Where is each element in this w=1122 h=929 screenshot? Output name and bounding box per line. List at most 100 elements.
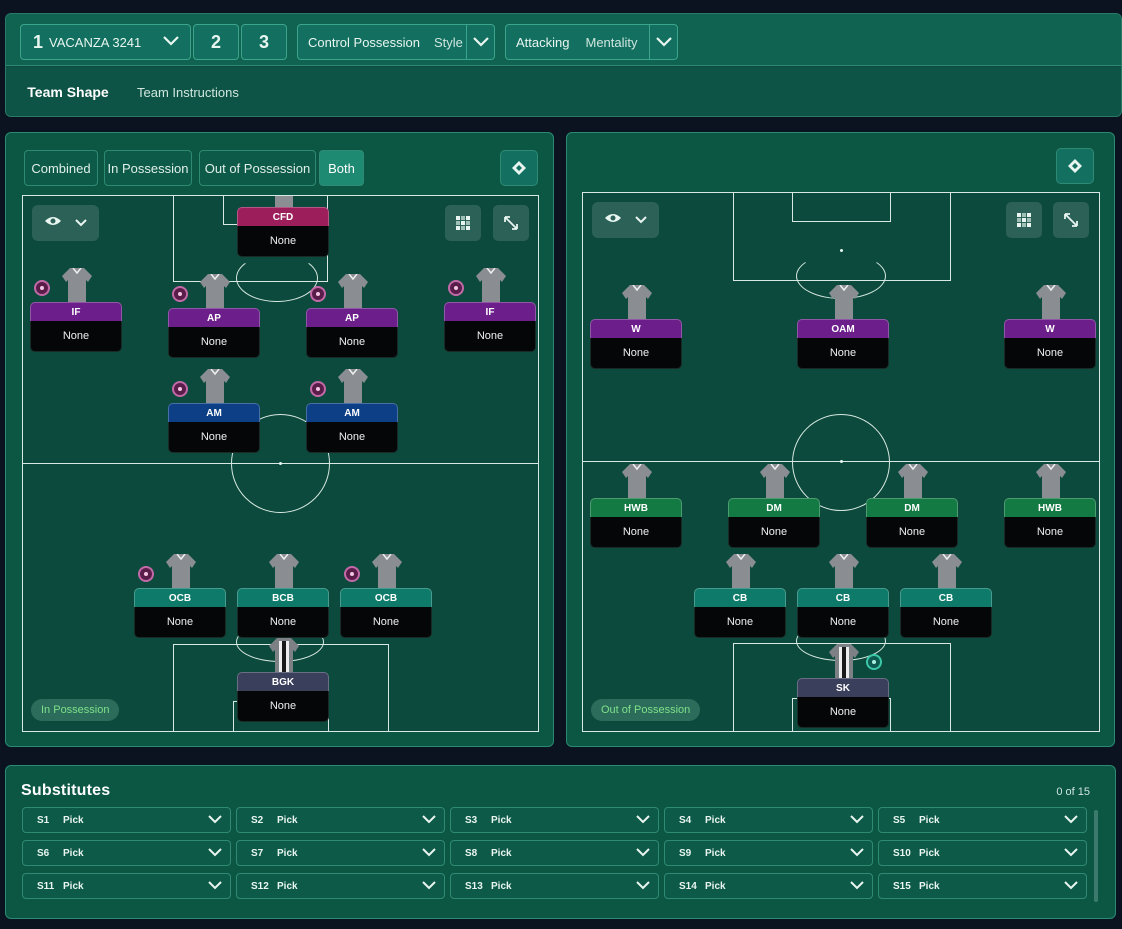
sub-slot-selector[interactable]: S7 Pick <box>236 840 445 866</box>
player-card[interactable]: DM None <box>728 464 820 548</box>
role-label: IF <box>30 302 122 321</box>
player-name: None <box>237 607 329 638</box>
sub-slot-selector[interactable]: S14 Pick <box>664 873 873 899</box>
role-label: CB <box>797 588 889 607</box>
shirt-icon <box>829 285 859 323</box>
sub-slot-selector[interactable]: S9 Pick <box>664 840 873 866</box>
center-spot <box>840 460 843 463</box>
chevron-down-icon <box>1064 847 1078 860</box>
sub-slot-id: S12 <box>251 880 269 892</box>
out-of-possession-panel: W None OAM None W None HWB None DM None <box>566 132 1115 747</box>
visibility-menu[interactable] <box>32 205 99 241</box>
visibility-menu[interactable] <box>592 202 659 238</box>
view-in-possession-button[interactable]: In Possession <box>104 150 192 186</box>
sub-slot-id: S8 <box>465 847 478 859</box>
sub-slot-value: Pick <box>277 847 298 859</box>
six-yard-box-top <box>792 193 891 222</box>
sub-slot-selector[interactable]: S15 Pick <box>878 873 1087 899</box>
role-label: DM <box>728 498 820 517</box>
player-card[interactable]: CFD None <box>237 196 329 257</box>
chevron-down-icon <box>850 814 864 827</box>
player-card[interactable]: CB None <box>694 554 786 638</box>
player-card[interactable]: BCB None <box>237 554 329 638</box>
mentality-value: Attacking <box>516 34 570 50</box>
view-combined-button[interactable]: Combined <box>24 150 98 186</box>
sub-slot-selector[interactable]: S3 Pick <box>450 807 659 833</box>
tactics-settings-icon[interactable] <box>1056 148 1094 184</box>
chevron-down-icon <box>208 814 222 827</box>
tab-team-instructions[interactable]: Team Instructions <box>137 67 239 116</box>
sub-slot-selector[interactable]: S1 Pick <box>22 807 231 833</box>
sub-slot-id: S4 <box>679 814 692 826</box>
sub-slot-id: S9 <box>679 847 692 859</box>
tactic-1-selector[interactable]: 1 VACANZA 3241 <box>20 24 191 60</box>
grid-toggle-icon[interactable] <box>445 205 481 241</box>
player-card[interactable]: HWB None <box>1004 464 1096 548</box>
sub-slot-id: S6 <box>37 847 50 859</box>
in-possession-pitch: CFD None IF None AP None AP None IF None <box>22 195 539 732</box>
sub-slot-id: S3 <box>465 814 478 826</box>
view-out-of-possession-button[interactable]: Out of Possession <box>199 150 316 186</box>
sub-slot-id: S10 <box>893 847 911 859</box>
sub-slot-selector[interactable]: S5 Pick <box>878 807 1087 833</box>
shirt-icon <box>932 554 962 592</box>
sub-slot-selector[interactable]: S13 Pick <box>450 873 659 899</box>
tab-team-shape[interactable]: Team Shape <box>13 67 123 116</box>
player-name: None <box>1004 517 1096 548</box>
view-both-button[interactable]: Both <box>319 150 364 186</box>
chevron-down-icon <box>636 847 650 860</box>
player-card[interactable]: HWB None <box>590 464 682 548</box>
role-label: CFD <box>237 207 329 226</box>
shirt-icon <box>338 369 368 407</box>
sub-slot-id: S1 <box>37 814 50 826</box>
player-card[interactable]: OAM None <box>797 285 889 369</box>
role-label: IF <box>444 302 536 321</box>
grid-toggle-icon[interactable] <box>1006 202 1042 238</box>
chevron-down-icon <box>636 880 650 893</box>
player-name: None <box>866 517 958 548</box>
shirt-icon <box>622 464 652 502</box>
player-name: None <box>797 607 889 638</box>
mentality-selector[interactable]: Attacking Mentality <box>505 24 678 60</box>
player-card[interactable]: DM None <box>866 464 958 548</box>
player-card[interactable]: W None <box>1004 285 1096 369</box>
player-card[interactable]: W None <box>590 285 682 369</box>
substitutes-scrollbar[interactable] <box>1094 810 1098 902</box>
expand-icon[interactable] <box>1053 202 1089 238</box>
player-name: None <box>797 697 889 728</box>
chevron-down-icon <box>162 34 180 53</box>
sub-slot-value: Pick <box>491 814 512 826</box>
shirt-icon <box>622 285 652 323</box>
sub-slot-id: S5 <box>893 814 906 826</box>
sub-slot-selector[interactable]: S4 Pick <box>664 807 873 833</box>
sub-slot-selector[interactable]: S10 Pick <box>878 840 1087 866</box>
player-instruction-icon <box>34 280 50 296</box>
tactic-1-name: VACANZA 3241 <box>49 34 142 50</box>
substitutes-title: Substitutes <box>21 782 111 799</box>
role-label: AM <box>306 403 398 422</box>
tactics-settings-icon[interactable] <box>500 150 538 186</box>
role-label: CB <box>900 588 992 607</box>
player-card[interactable]: CB None <box>797 554 889 638</box>
sub-slot-value: Pick <box>919 847 940 859</box>
player-name: None <box>30 321 122 352</box>
player-instruction-icon <box>344 566 360 582</box>
style-selector[interactable]: Control Possession Style <box>297 24 495 60</box>
expand-icon[interactable] <box>493 205 529 241</box>
sub-slot-selector[interactable]: S6 Pick <box>22 840 231 866</box>
sub-slot-value: Pick <box>63 814 84 826</box>
sub-slot-value: Pick <box>705 880 726 892</box>
sub-slot-selector[interactable]: S2 Pick <box>236 807 445 833</box>
player-name: None <box>590 517 682 548</box>
player-card[interactable]: CB None <box>900 554 992 638</box>
tactic-2-button[interactable]: 2 <box>193 24 239 60</box>
role-label: DM <box>866 498 958 517</box>
shirt-icon <box>726 554 756 592</box>
tactic-toolbar: 1 VACANZA 3241 2 3 Control Possession St… <box>6 14 1121 66</box>
sub-slot-selector[interactable]: S11 Pick <box>22 873 231 899</box>
sub-slot-selector[interactable]: S12 Pick <box>236 873 445 899</box>
tactic-3-button[interactable]: 3 <box>241 24 287 60</box>
sub-slot-selector[interactable]: S8 Pick <box>450 840 659 866</box>
style-label: Style <box>434 34 463 50</box>
player-card[interactable]: BGK None <box>237 638 329 722</box>
